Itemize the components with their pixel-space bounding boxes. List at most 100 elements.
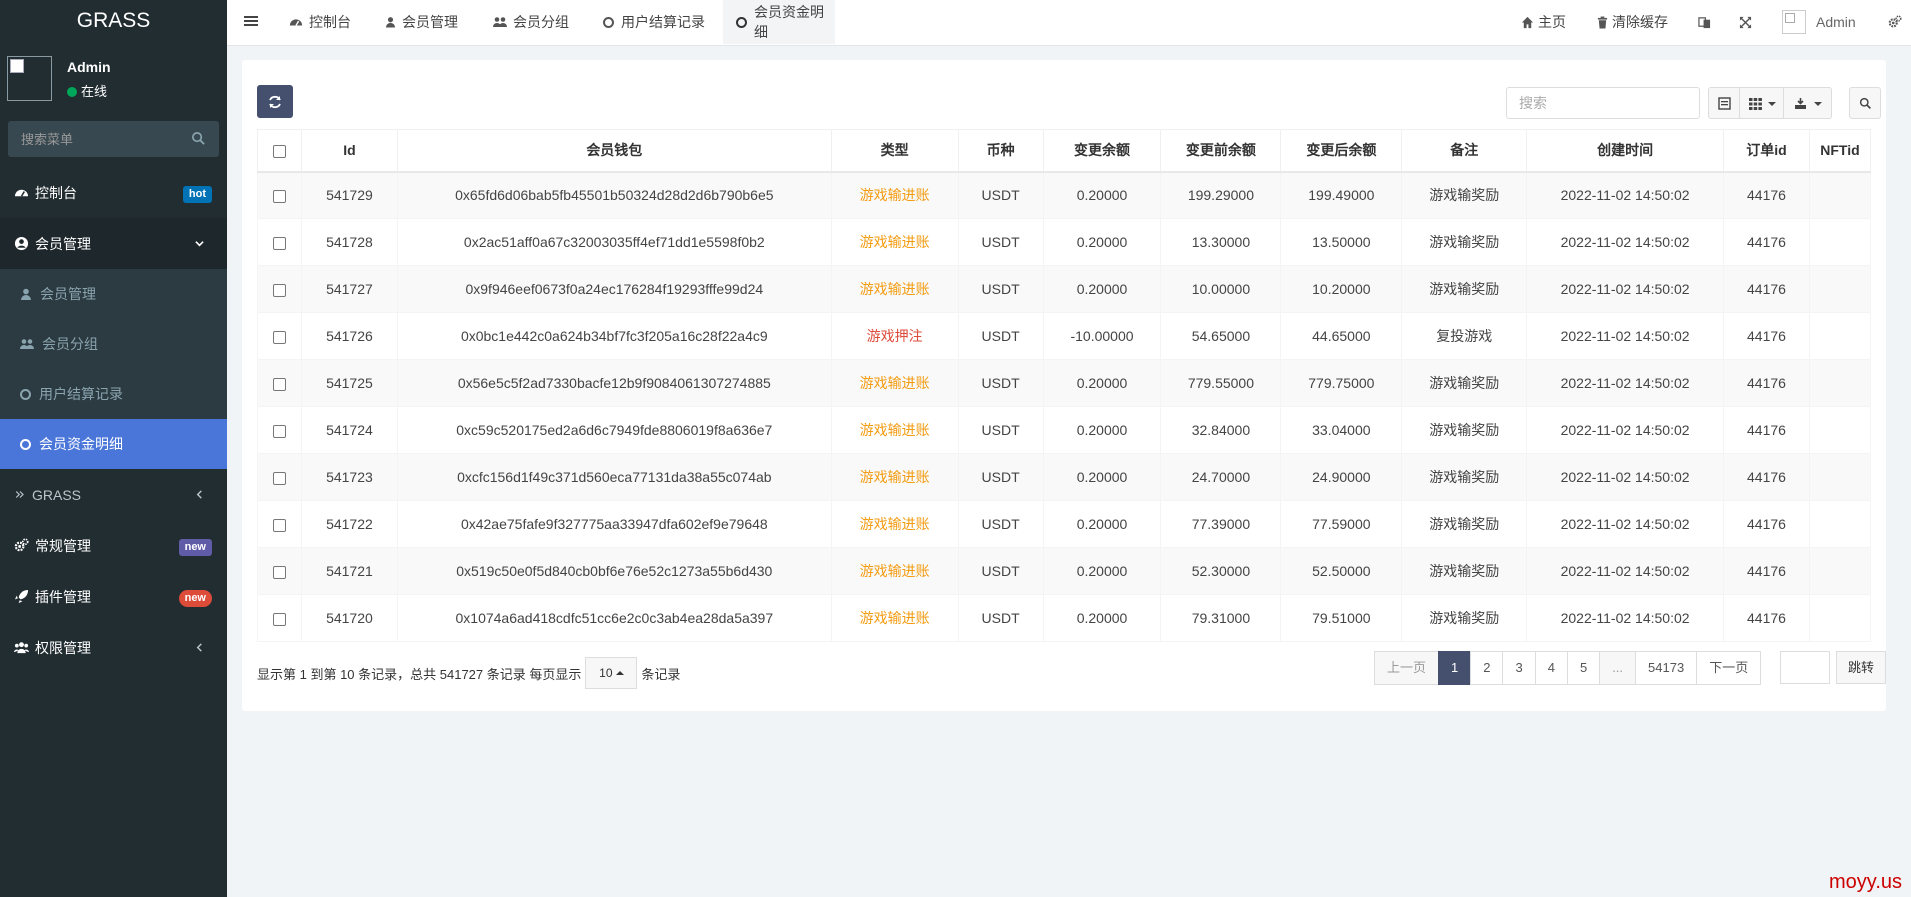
cell-select[interactable]	[257, 359, 302, 407]
columns-toggle-button[interactable]	[1739, 87, 1784, 119]
table-row[interactable]: 541728 0x2ac51aff0a67c32003035ff4ef71dd1e…	[257, 218, 1872, 266]
col-order-id[interactable]: 订单id	[1723, 129, 1810, 173]
table-row[interactable]: 541724 0xc59c520175ed2a6d6c7949fde8806019…	[257, 406, 1872, 454]
table-row[interactable]: 541729 0x65fd6d06bab5fb45501b50324d28d2d6…	[257, 171, 1872, 219]
cell-change: -10.00000	[1042, 312, 1162, 360]
row-checkbox[interactable]	[272, 377, 286, 391]
jump-page-input[interactable]	[1780, 651, 1830, 684]
table-row[interactable]: 541720 0x1074a6ad418cdfc51cc6e2c0c3ab4ea2…	[257, 594, 1872, 642]
table-row[interactable]: 541727 0x9f946eef0673f0a24ec176284f19293f…	[257, 265, 1872, 313]
sidebar-subitem-member-group[interactable]: 会员分组	[0, 319, 227, 369]
col-type[interactable]: 类型	[830, 129, 959, 173]
select-all-header[interactable]	[257, 129, 302, 173]
table-row[interactable]: 541723 0xcfc156d1f49c371d560eca77131da38a…	[257, 453, 1872, 501]
content-panel: Id 会员钱包 类型 币种 变更余额 变更前余额 变更后余额 备注 创建时间 订…	[242, 60, 1886, 711]
col-wallet[interactable]: 会员钱包	[396, 129, 832, 173]
col-created-time[interactable]: 创建时间	[1526, 129, 1724, 173]
cell-select[interactable]	[257, 265, 302, 313]
toggle-view-button[interactable]	[1708, 87, 1740, 119]
page-button[interactable]: 54173	[1635, 651, 1698, 685]
col-before[interactable]: 变更前余额	[1160, 129, 1282, 173]
refresh-button[interactable]	[257, 85, 293, 118]
control-sidebar-toggle[interactable]	[1888, 0, 1906, 44]
table-row[interactable]: 541721 0x519c50e0f5d840cb0bf6e76e52c1273a…	[257, 547, 1872, 595]
tab-settlement-records[interactable]: 用户结算记录	[603, 0, 705, 44]
page-button[interactable]: 3	[1502, 651, 1536, 685]
cell-select[interactable]	[257, 312, 302, 360]
table-row[interactable]: 541725 0x56e5c5f2ad7330bacfe12b9f90840613…	[257, 359, 1872, 407]
sidebar-item-general-management[interactable]: 常规管理 new	[0, 520, 227, 571]
sidebar-search-input[interactable]	[8, 121, 219, 157]
col-coin[interactable]: 币种	[957, 129, 1044, 173]
table-search-input[interactable]	[1506, 87, 1700, 119]
chevron-down-icon	[195, 241, 204, 247]
sidebar-item-member-management[interactable]: 会员管理	[0, 218, 227, 269]
row-checkbox[interactable]	[272, 518, 286, 532]
advanced-search-button[interactable]	[1849, 87, 1881, 119]
tab-member-management[interactable]: 会员管理	[385, 0, 458, 44]
cell-select[interactable]	[257, 500, 302, 548]
sidebar-item-plugin-management[interactable]: 插件管理 new	[0, 571, 227, 622]
next-page-button[interactable]: 下一页	[1696, 651, 1762, 685]
jump-button[interactable]: 跳转	[1836, 651, 1886, 684]
cell-select[interactable]	[257, 171, 302, 219]
sidebar-item-label: 常规管理	[35, 537, 91, 554]
row-checkbox[interactable]	[272, 471, 286, 485]
row-checkbox[interactable]	[272, 424, 286, 438]
row-checkbox[interactable]	[272, 330, 286, 344]
broken-image-icon	[10, 59, 24, 73]
cell-coin: USDT	[957, 171, 1044, 219]
row-checkbox[interactable]	[272, 283, 286, 297]
cell-order-id: 44176	[1723, 453, 1810, 501]
page-button[interactable]: 2	[1470, 651, 1504, 685]
page-button[interactable]: 5	[1566, 651, 1601, 685]
admin-user-menu[interactable]: Admin	[1782, 0, 1856, 44]
sidebar-subitem-fund-details[interactable]: 会员资金明细	[0, 419, 227, 469]
prev-page-button[interactable]: 上一页	[1374, 651, 1440, 685]
row-checkbox[interactable]	[272, 612, 286, 626]
select-all-checkbox[interactable]	[272, 145, 286, 159]
row-checkbox[interactable]	[272, 565, 286, 579]
cell-change: 0.20000	[1042, 359, 1162, 407]
sidebar-subitem-settlement-records[interactable]: 用户结算记录	[0, 369, 227, 419]
tab-dashboard[interactable]: 控制台	[289, 0, 351, 44]
tab-member-group[interactable]: 会员分组	[493, 0, 569, 44]
cell-select[interactable]	[257, 453, 302, 501]
export-button[interactable]	[1783, 87, 1832, 119]
search-icon[interactable]	[191, 131, 206, 146]
hamburger-menu-icon[interactable]	[244, 14, 258, 28]
clear-cache-button[interactable]: 清除缓存	[1597, 0, 1668, 44]
page-button[interactable]: 1	[1438, 651, 1472, 685]
table-row[interactable]: 541726 0x0bc1e442c0a624b34bf7fc3f205a16c2…	[257, 312, 1872, 360]
cell-select[interactable]	[257, 406, 302, 454]
home-link[interactable]: 主页	[1521, 0, 1566, 44]
cell-coin: USDT	[957, 359, 1044, 407]
fullscreen-toggle[interactable]	[1739, 0, 1756, 44]
circle-icon	[20, 438, 31, 450]
tab-fund-details[interactable]: 会员资金明细	[723, 0, 835, 44]
new-badge: new	[178, 590, 212, 607]
trash-icon	[1597, 16, 1608, 28]
cell-select[interactable]	[257, 547, 302, 595]
home-label: 主页	[1538, 14, 1566, 30]
col-after[interactable]: 变更后余额	[1280, 129, 1403, 173]
col-nft-id[interactable]: NFTid	[1808, 129, 1872, 173]
page-size-dropdown[interactable]: 10	[585, 657, 638, 689]
sidebar-item-permission-management[interactable]: 权限管理	[0, 622, 227, 673]
cell-select[interactable]	[257, 594, 302, 642]
language-toggle[interactable]	[1698, 0, 1715, 44]
col-id[interactable]: Id	[300, 129, 398, 173]
admin-name: Admin	[1816, 14, 1856, 30]
row-checkbox[interactable]	[272, 236, 286, 250]
sidebar-item-dashboard[interactable]: 控制台 hot	[0, 167, 227, 218]
app-logo[interactable]: GRASS	[0, 0, 227, 44]
row-checkbox[interactable]	[272, 190, 286, 204]
cell-select[interactable]	[257, 218, 302, 266]
table-row[interactable]: 541722 0x42ae75fafe9f327775aa33947dfa602e…	[257, 500, 1872, 548]
page-button[interactable]: 4	[1534, 651, 1568, 685]
sidebar-item-grass[interactable]: GRASS	[0, 469, 227, 520]
col-note[interactable]: 备注	[1401, 129, 1528, 173]
sidebar-subitem-member-management[interactable]: 会员管理	[0, 269, 227, 319]
col-change[interactable]: 变更余额	[1042, 129, 1162, 173]
cell-time: 2022-11-02 14:50:02	[1526, 453, 1724, 501]
